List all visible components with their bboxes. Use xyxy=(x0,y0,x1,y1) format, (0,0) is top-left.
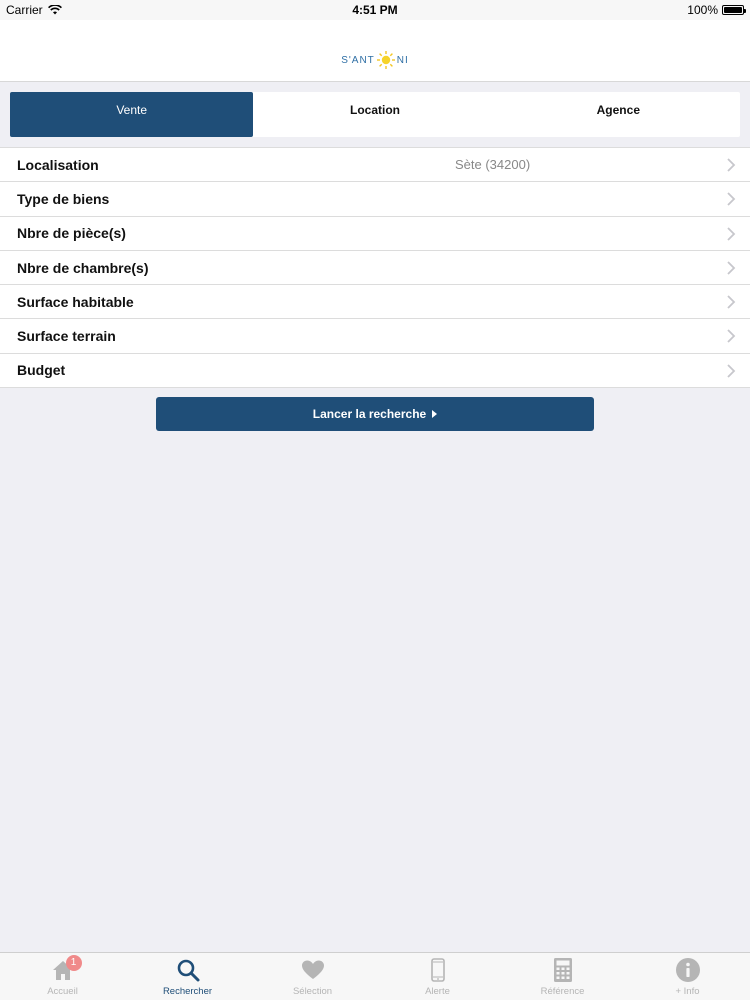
tab-reference[interactable]: Référence xyxy=(500,953,625,1000)
app-header: S'ANT NI xyxy=(0,20,750,82)
segment-agence[interactable]: Agence xyxy=(497,92,740,137)
row-surface-habitable[interactable]: Surface habitable xyxy=(0,285,750,320)
row-label: Budget xyxy=(17,362,66,379)
info-icon xyxy=(675,958,700,982)
status-bar: Carrier 4:51 PM 100% xyxy=(0,0,750,20)
brand-logo: S'ANT NI xyxy=(0,50,750,70)
chevron-right-icon xyxy=(727,295,736,309)
segment-location[interactable]: Location xyxy=(253,92,496,137)
play-arrow-icon xyxy=(432,410,438,418)
logo-text-left: S'ANT xyxy=(341,54,375,66)
search-criteria-list: Localisation Sète (34200) Type de biens … xyxy=(0,147,750,389)
row-value: Sète (34200) xyxy=(455,157,531,173)
battery-indicator: 100% xyxy=(687,3,746,17)
chevron-right-icon xyxy=(727,329,736,344)
calculator-icon xyxy=(553,958,572,982)
clock: 4:51 PM xyxy=(352,3,398,17)
row-surface-terrain[interactable]: Surface terrain xyxy=(0,319,750,354)
segment-vente[interactable]: Vente xyxy=(10,92,254,137)
tab-label: Référence xyxy=(540,986,585,997)
chevron-right-icon xyxy=(727,158,736,172)
sun-logo-icon xyxy=(376,51,395,69)
heart-icon xyxy=(301,960,324,979)
tab-accueil[interactable]: 1 Accueil xyxy=(0,953,125,1000)
tab-label: Alerte xyxy=(425,986,450,997)
segment-label: Location xyxy=(349,103,400,117)
transaction-type-selector: Vente Location Agence xyxy=(10,92,740,137)
chevron-right-icon xyxy=(727,192,736,206)
battery-icon xyxy=(722,5,746,15)
tab-alerte[interactable]: Alerte xyxy=(375,953,500,1000)
logo-text-right: NI xyxy=(396,54,409,66)
tab-plus-info[interactable]: + Info xyxy=(625,953,750,1000)
row-nbre-chambres[interactable]: Nbre de chambre(s) xyxy=(0,251,750,286)
row-label: Surface terrain xyxy=(17,328,116,345)
segment-label: Agence xyxy=(596,103,640,117)
tab-label: Accueil xyxy=(47,986,78,997)
tab-rechercher[interactable]: Rechercher xyxy=(125,953,250,1000)
row-type-de-biens[interactable]: Type de biens xyxy=(0,182,750,217)
launch-search-button[interactable]: Lancer la recherche xyxy=(156,397,594,431)
row-label: Nbre de pièce(s) xyxy=(17,225,126,242)
row-label: Surface habitable xyxy=(17,293,134,310)
chevron-right-icon xyxy=(727,364,736,378)
tab-label: Sélection xyxy=(292,986,333,997)
chevron-right-icon xyxy=(727,226,736,241)
row-localisation[interactable]: Localisation Sète (34200) xyxy=(0,148,750,183)
search-icon xyxy=(177,959,199,982)
notification-badge: 1 xyxy=(65,955,82,971)
tab-bar: 1 Accueil Rechercher Sélection Alerte Ré… xyxy=(0,952,750,1000)
segment-label: Vente xyxy=(116,103,148,117)
row-label: Localisation xyxy=(17,156,99,173)
battery-percent: 100% xyxy=(687,3,718,17)
launch-search-label: Lancer la recherche xyxy=(312,407,427,421)
row-label: Type de biens xyxy=(17,190,110,207)
row-budget[interactable]: Budget xyxy=(0,354,750,389)
chevron-right-icon xyxy=(727,261,736,275)
phone-icon xyxy=(430,958,445,982)
tab-selection[interactable]: Sélection xyxy=(250,953,375,1000)
tab-label: + Info xyxy=(675,986,700,997)
row-nbre-pieces[interactable]: Nbre de pièce(s) xyxy=(0,217,750,251)
row-label: Nbre de chambre(s) xyxy=(17,259,149,276)
tab-label: Rechercher xyxy=(162,986,213,997)
